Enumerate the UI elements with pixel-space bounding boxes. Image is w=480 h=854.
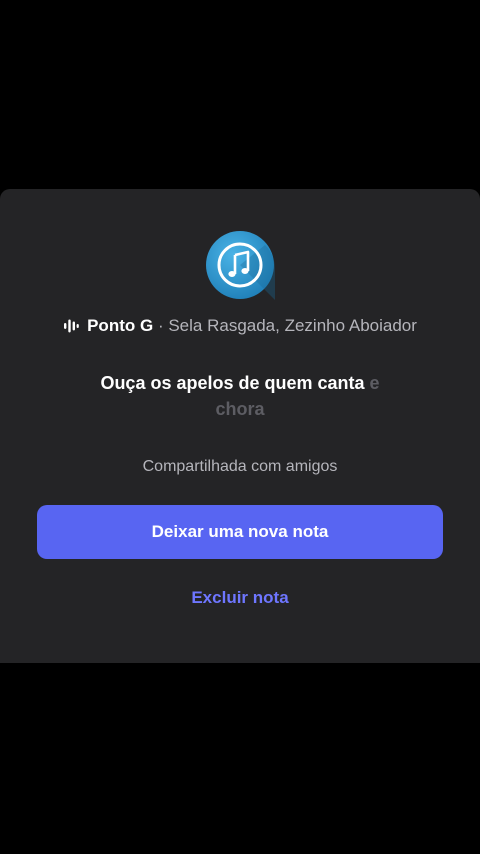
- song-info: Ponto G · Sela Rasgada, Zezinho Aboiador: [0, 316, 480, 336]
- song-artists: Sela Rasgada, Zezinho Aboiador: [168, 316, 417, 335]
- lyric-text: Ouça os apelos de quem canta e chora: [60, 370, 420, 422]
- delete-note-link[interactable]: Excluir nota: [0, 588, 480, 608]
- music-note-icon: [205, 230, 276, 300]
- shared-with-friends-label: Compartilhada com amigos: [142, 458, 338, 475]
- lyric-line-2: chora: [215, 399, 265, 419]
- song-title: Ponto G: [87, 316, 154, 335]
- lyric-line-1-faded: e: [369, 373, 380, 393]
- lyric-line-1: Ouça os apelos de quem canta e: [60, 370, 420, 396]
- note-bottom-sheet: Ponto G · Sela Rasgada, Zezinho Aboiador…: [0, 189, 480, 663]
- audio-wave-icon: [63, 318, 79, 334]
- song-separator: ·: [157, 316, 164, 335]
- lyric-line-1-main: Ouça os apelos de quem canta: [100, 373, 365, 393]
- new-note-button[interactable]: Deixar uma nova nota: [37, 505, 443, 559]
- screen: Ponto G · Sela Rasgada, Zezinho Aboiador…: [0, 0, 480, 854]
